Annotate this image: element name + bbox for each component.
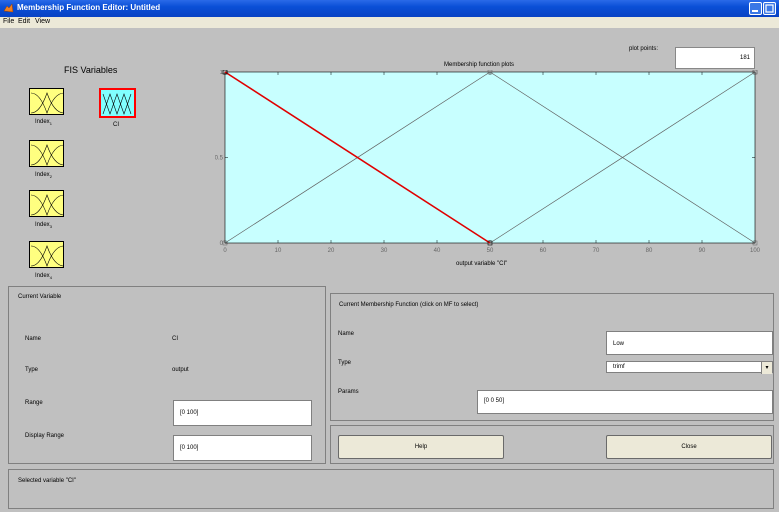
current-mf-title: Current Membership Function (click on MF… — [339, 302, 479, 308]
mf-shape-icon — [30, 194, 65, 216]
x-tick-label: 40 — [434, 248, 441, 254]
input-variable-2-label: Index2 — [35, 172, 52, 180]
x-axis-label: output variable "CI" — [456, 261, 508, 267]
title-bar: Membership Function Editor: Untitled — [0, 0, 779, 17]
menu-bar: File Edit View — [0, 17, 779, 28]
input-variable-4-label: Index4 — [35, 273, 52, 281]
x-tick-label: 10 — [275, 248, 282, 254]
mf-shape-icon — [30, 245, 65, 267]
output-variable-label: CI — [113, 122, 119, 128]
mf-type-label: Type — [338, 360, 352, 366]
x-tick-label: 20 — [328, 248, 335, 254]
menu-view[interactable]: View — [35, 18, 50, 25]
x-tick-label: 60 — [540, 248, 547, 254]
fis-variables-heading: FIS Variables — [64, 65, 118, 75]
x-tick-label: 50 — [487, 248, 494, 254]
menu-file[interactable]: File — [3, 18, 14, 25]
menu-edit[interactable]: Edit — [18, 18, 30, 25]
variable-type-value: output — [172, 367, 189, 373]
maximize-icon — [765, 4, 774, 13]
input-variable-1-label: Index1 — [35, 119, 52, 127]
plot-title: Membership function plots — [444, 62, 515, 68]
display-range-label: Display Range — [25, 433, 65, 439]
minimize-button[interactable] — [749, 2, 762, 15]
window-title: Membership Function Editor: Untitled — [17, 3, 161, 12]
maximize-button[interactable] — [763, 2, 776, 15]
range-label: Range — [25, 400, 43, 406]
plot-points-input[interactable]: 181 — [675, 47, 755, 69]
x-tick-label: 70 — [593, 248, 600, 254]
input-variable-4[interactable] — [29, 241, 65, 268]
mf-shape-icon — [30, 144, 65, 166]
x-tick-label: 0 — [223, 248, 227, 254]
input-variable-2[interactable] — [29, 140, 65, 167]
name-label: Name — [25, 336, 42, 342]
mf-params-input[interactable]: [0 0 50] — [477, 390, 773, 414]
display-range-input[interactable]: [0 100] — [173, 435, 312, 461]
matlab-icon — [3, 3, 14, 13]
status-text: Selected variable "CI" — [18, 478, 76, 484]
mf-name-input[interactable]: Low — [606, 331, 773, 355]
membership-function-plot[interactable]: 010203040506070809010000.51LowMiddleHi — [215, 70, 760, 255]
x-tick-label: 80 — [646, 248, 653, 254]
current-mf-panel: Current Membership Function (click on MF… — [330, 293, 774, 421]
variable-name-value: CI — [172, 336, 178, 342]
mf-shape-icon — [102, 93, 132, 115]
dropdown-arrow-icon[interactable]: ▾ — [761, 362, 772, 374]
mf-type-value: trimf — [613, 364, 625, 370]
plot-area — [224, 71, 756, 244]
minimize-icon — [752, 10, 758, 12]
output-variable-ci[interactable] — [99, 88, 136, 118]
mf-shape-icon — [30, 92, 65, 114]
input-variable-1[interactable] — [29, 88, 65, 115]
x-tick-label: 100 — [750, 248, 760, 254]
mf-name-label: Name — [338, 331, 355, 337]
mf-params-label: Params — [338, 389, 359, 395]
help-button[interactable]: Help — [338, 435, 504, 459]
plot-points-label: plot points: — [629, 46, 659, 52]
current-variable-title: Current Variable — [18, 294, 62, 300]
mf-type-select[interactable]: trimf ▾ — [606, 361, 773, 374]
close-button[interactable]: Close — [606, 435, 772, 459]
status-panel: Selected variable "CI" — [8, 469, 774, 509]
input-variable-3[interactable] — [29, 190, 65, 217]
x-tick-label: 30 — [381, 248, 388, 254]
current-variable-panel: Current Variable Name CI Type output Ran… — [8, 286, 326, 464]
button-panel: Help Close — [330, 425, 774, 464]
x-tick-label: 90 — [699, 248, 706, 254]
y-tick-label: 0.5 — [215, 156, 224, 162]
range-input[interactable]: [0 100] — [173, 400, 312, 426]
input-variable-3-label: Index3 — [35, 222, 52, 230]
type-label: Type — [25, 367, 39, 373]
